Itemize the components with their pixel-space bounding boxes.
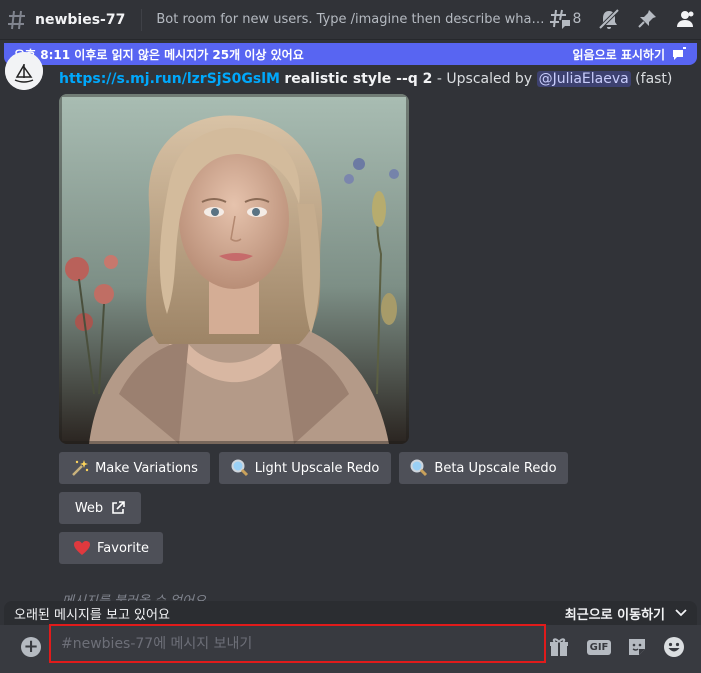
speed-text: (fast) — [635, 71, 673, 87]
new-messages-text: 오후 8:11 이후로 읽지 않은 메시지가 25개 이상 있어요 — [14, 47, 304, 62]
gif-icon[interactable]: GIF — [586, 635, 612, 659]
member-list-icon[interactable] — [673, 8, 697, 30]
prompt-link[interactable]: https://s.mj.run/lzrSjS0GslM — [59, 71, 280, 87]
favorite-label: Favorite — [97, 540, 149, 556]
heart-icon — [73, 540, 91, 556]
user-mention[interactable]: @JuliaElaeva — [536, 71, 631, 87]
make-variations-label: Make Variations — [95, 460, 198, 476]
upscaled-by-text: Upscaled by — [446, 71, 537, 87]
thread-count: 8 — [572, 11, 582, 27]
mark-read-icon — [671, 47, 687, 61]
old-messages-text: 오래된 메시지를 보고 있어요 — [14, 607, 170, 623]
bot-avatar[interactable] — [5, 52, 43, 90]
beta-upscale-redo-button[interactable]: Beta Upscale Redo — [399, 452, 568, 484]
light-upscale-redo-label: Light Upscale Redo — [254, 460, 380, 476]
sticker-icon[interactable] — [625, 635, 649, 659]
channel-topic[interactable]: Bot room for new users. Type /imagine th… — [156, 12, 546, 27]
pin-icon[interactable] — [635, 8, 659, 30]
jump-to-present-button[interactable]: 최근으로 이동하기 — [565, 604, 665, 623]
magnifier-icon — [231, 459, 249, 477]
emoji-icon[interactable] — [662, 635, 686, 659]
magic-wand-icon — [71, 459, 89, 477]
favorite-button[interactable]: Favorite — [59, 532, 163, 564]
chevron-down-icon — [675, 609, 687, 617]
mark-as-read-button[interactable]: 읽음으로 표시하기 — [573, 46, 666, 63]
beta-upscale-redo-label: Beta Upscale Redo — [434, 460, 557, 476]
web-label: Web — [74, 500, 104, 516]
make-variations-button[interactable]: Make Variations — [59, 452, 210, 484]
channel-hash-icon — [6, 9, 28, 31]
header-divider — [141, 8, 143, 31]
magnifier-icon — [410, 459, 428, 477]
web-button[interactable]: Web — [59, 492, 141, 524]
message-input[interactable] — [49, 624, 546, 663]
channel-name: newbies-77 — [35, 11, 126, 28]
upload-plus-icon[interactable]: + — [21, 637, 41, 657]
upscaled-image[interactable] — [59, 94, 409, 444]
old-messages-bar[interactable]: 오래된 메시지를 보고 있어요 최근으로 이동하기 — [4, 601, 697, 625]
message-content: https://s.mj.run/lzrSjS0GslM realistic s… — [59, 71, 672, 87]
prompt-text: realistic style --q 2 — [284, 71, 433, 87]
threads-icon[interactable]: 8 — [547, 8, 583, 30]
notifications-muted-icon[interactable] — [597, 8, 621, 30]
new-messages-bar[interactable]: 오후 8:11 이후로 읽지 않은 메시지가 25개 이상 있어요 읽음으로 표… — [4, 43, 697, 65]
channel-header: newbies-77 Bot room for new users. Type … — [0, 0, 701, 40]
external-link-icon — [111, 501, 125, 515]
message-separator: - — [432, 71, 447, 87]
gift-icon[interactable] — [547, 635, 571, 659]
light-upscale-redo-button[interactable]: Light Upscale Redo — [219, 452, 391, 484]
gif-label: GIF — [586, 639, 612, 655]
